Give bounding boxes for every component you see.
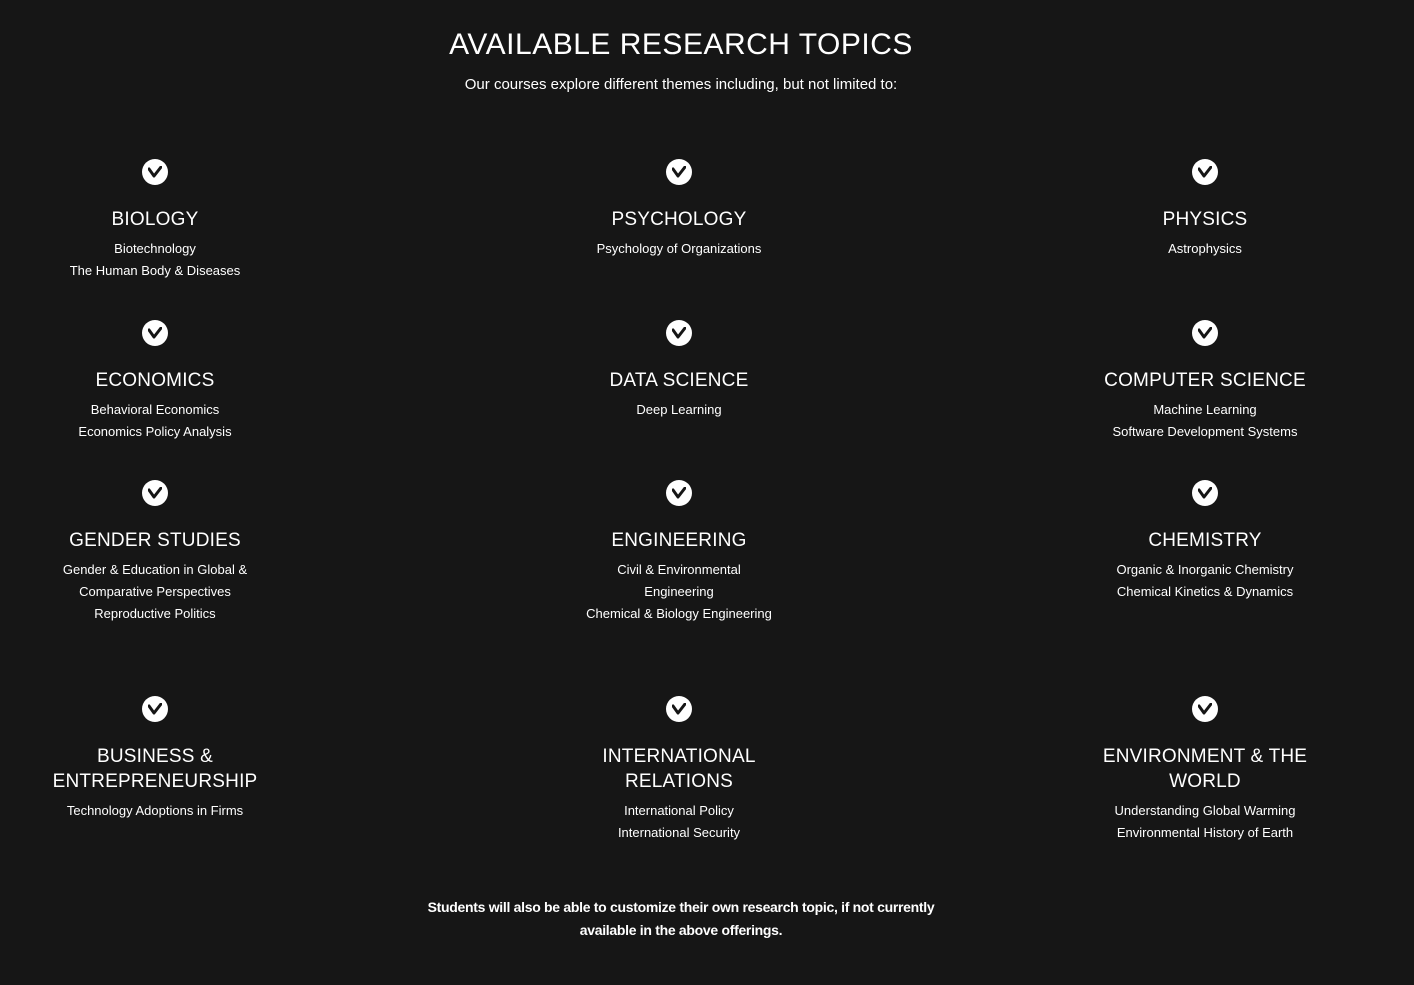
subtopic: Software Development Systems <box>1112 424 1298 439</box>
subtopic: Biotechnology <box>114 241 196 256</box>
subtopic: Reproductive Politics <box>94 606 216 621</box>
subtopic: Machine Learning <box>1153 402 1257 417</box>
topic-title: CHEMISTRY <box>1148 530 1262 551</box>
topic-title-line: WORLD <box>1169 771 1241 792</box>
subtopic: Environmental History of Earth <box>1116 825 1294 840</box>
topic-title: BIOLOGY <box>111 209 199 230</box>
subtopic: International Policy <box>624 803 734 818</box>
topic-title-line: ENTREPRENEURSHIP <box>52 771 258 792</box>
check-circle-icon <box>666 320 692 346</box>
topic-title-line: INTERNATIONAL <box>602 746 756 767</box>
topic-title: GENDER STUDIES <box>69 530 241 551</box>
subtopic: Gender & Education in Global & <box>62 562 248 577</box>
topic-title: ECONOMICS <box>95 370 215 391</box>
topic-gender-studies: GENDER STUDIES Gender & Education in Glo… <box>0 480 315 625</box>
topic-data-science: DATA SCIENCE Deep Learning <box>519 320 839 421</box>
page-subtitle: Our courses explore different themes inc… <box>464 76 898 93</box>
check-circle-icon <box>1192 480 1218 506</box>
footer-line: Students will also be able to customize … <box>427 899 935 915</box>
topic-psychology: PSYCHOLOGY Psychology of Organizations <box>519 159 839 260</box>
topic-engineering: ENGINEERING Civil & Environmental Engine… <box>519 480 839 625</box>
topic-title-line: RELATIONS <box>624 771 734 792</box>
check-circle-icon <box>666 696 692 722</box>
subtopic: Chemical Kinetics & Dynamics <box>1116 584 1294 599</box>
subtopic: International Security <box>617 825 741 840</box>
topic-title: BUSINESS & ENTREPRENEURSHIP <box>0 744 315 794</box>
subtopic: Comparative Perspectives <box>79 584 231 599</box>
check-circle-icon <box>142 159 168 185</box>
check-circle-icon <box>142 480 168 506</box>
topic-biology: BIOLOGY Biotechnology The Human Body & D… <box>0 159 315 282</box>
check-circle-icon <box>1192 696 1218 722</box>
topic-environment-world: ENVIRONMENT & THE WORLD Understanding Gl… <box>1045 696 1365 844</box>
footer-line: available in the above offerings. <box>579 922 783 938</box>
subtopic: Deep Learning <box>636 402 722 417</box>
subtopic: Organic & Inorganic Chemistry <box>1116 562 1294 577</box>
check-circle-icon <box>142 320 168 346</box>
topic-title: DATA SCIENCE <box>609 370 749 391</box>
topic-economics: ECONOMICS Behavioral Economics Economics… <box>0 320 315 443</box>
subtopic: Economics Policy Analysis <box>78 424 232 439</box>
check-circle-icon <box>666 480 692 506</box>
topic-title-line: ENVIRONMENT & THE <box>1102 746 1308 767</box>
topic-title: PSYCHOLOGY <box>611 209 747 230</box>
subtopic: Psychology of Organizations <box>596 241 762 256</box>
topic-title-line: BUSINESS & <box>96 746 214 767</box>
topic-computer-science: COMPUTER SCIENCE Machine Learning Softwa… <box>1045 320 1365 443</box>
subtopic: Behavioral Economics <box>90 402 220 417</box>
topic-international-relations: INTERNATIONAL RELATIONS International Po… <box>519 696 839 844</box>
topic-title: INTERNATIONAL RELATIONS <box>519 744 839 794</box>
topic-title: ENGINEERING <box>611 530 747 551</box>
subtopic: Engineering <box>644 584 714 599</box>
subtopic: Chemical & Biology Engineering <box>586 606 772 621</box>
page-title: AVAILABLE RESEARCH TOPICS <box>449 28 913 61</box>
check-circle-icon <box>666 159 692 185</box>
topic-title: PHYSICS <box>1162 209 1248 230</box>
topic-chemistry: CHEMISTRY Organic & Inorganic Chemistry … <box>1045 480 1365 603</box>
subtopic: Astrophysics <box>1168 241 1242 256</box>
check-circle-icon <box>1192 320 1218 346</box>
subtopic: The Human Body & Diseases <box>69 263 241 278</box>
subtopic: Civil & Environmental <box>617 562 741 577</box>
topic-title: COMPUTER SCIENCE <box>1104 370 1306 391</box>
topic-physics: PHYSICS Astrophysics <box>1045 159 1365 260</box>
footer-note: Students will also be able to customize … <box>0 896 1362 942</box>
check-circle-icon <box>142 696 168 722</box>
topic-business-entrepreneurship: BUSINESS & ENTREPRENEURSHIP Technology A… <box>0 696 315 822</box>
check-circle-icon <box>1192 159 1218 185</box>
subtopic: Technology Adoptions in Firms <box>66 803 244 818</box>
header: AVAILABLE RESEARCH TOPICS Our courses ex… <box>0 28 1362 93</box>
subtopic: Understanding Global Warming <box>1114 803 1296 818</box>
topic-title: ENVIRONMENT & THE WORLD <box>1045 744 1365 794</box>
